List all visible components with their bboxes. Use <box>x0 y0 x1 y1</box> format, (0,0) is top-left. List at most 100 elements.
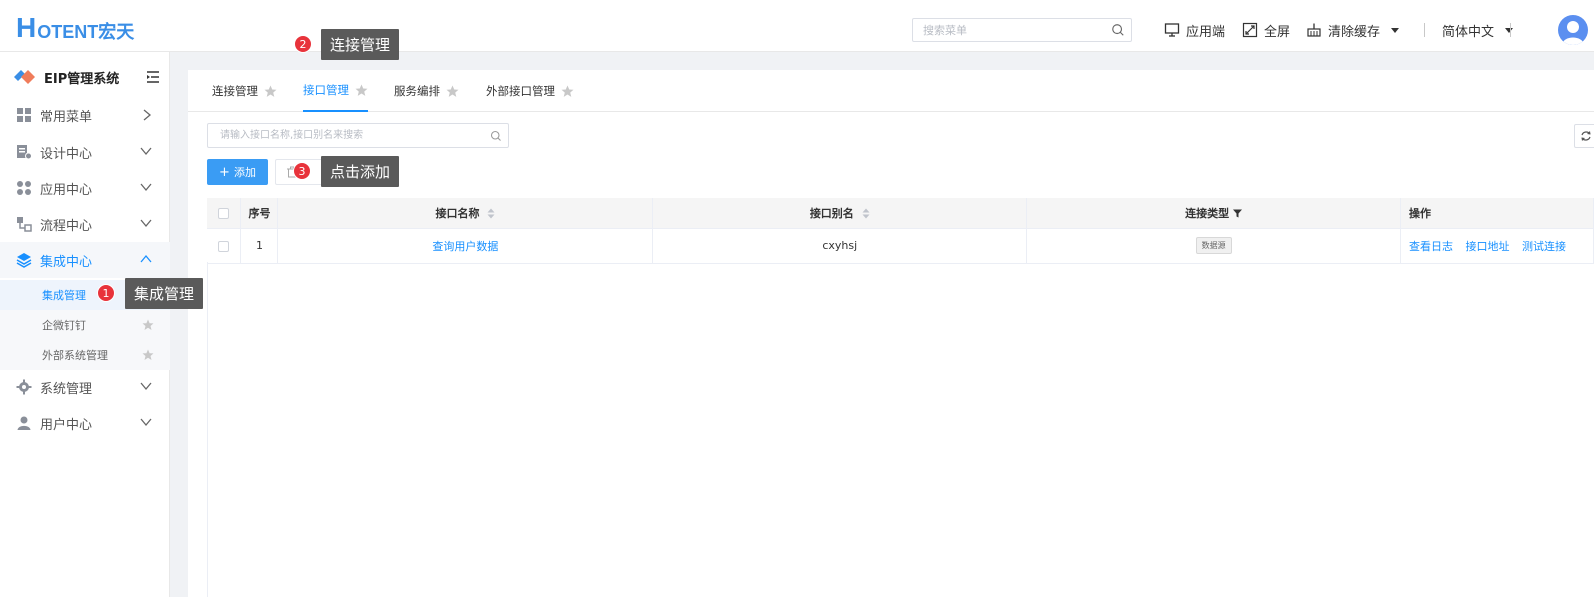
interface-address-link[interactable]: 接口地址 <box>1466 240 1510 253</box>
menu-design-label: 设计中心 <box>40 146 93 162</box>
sort-icon[interactable] <box>487 208 495 219</box>
submenu-external-system[interactable]: 外部系统管理 <box>0 340 170 370</box>
tab-connection-label: 连接管理 <box>212 84 258 98</box>
caret-down-icon <box>1391 28 1400 33</box>
gear-icon <box>16 379 32 395</box>
eip-logo-icon <box>14 70 35 84</box>
clear-cache-dropdown[interactable]: 清除缓存 <box>1306 20 1400 40</box>
collapse-menu-icon[interactable] <box>146 70 160 84</box>
tab-connection[interactable]: 连接管理 <box>212 70 277 112</box>
callout-connection-mgmt: 连接管理 <box>321 29 400 60</box>
tab-external-interface-label: 外部接口管理 <box>486 84 555 98</box>
menu-process-label: 流程中心 <box>40 218 93 234</box>
menu-system[interactable]: 系统管理 <box>0 369 170 405</box>
header-alias[interactable]: 接口别名 <box>652 198 1028 229</box>
chevron-down-icon <box>140 183 152 192</box>
refresh-button[interactable] <box>1574 124 1594 148</box>
interface-table: 序号 接口名称 接口别名 连接类型 操作 1 查询用户数据 cxyhsj 数据源… <box>207 198 1594 264</box>
menu-design[interactable]: 设计中心 <box>0 134 170 170</box>
star-icon[interactable] <box>142 319 154 331</box>
sort-icon[interactable] <box>862 208 870 219</box>
menu-integration[interactable]: 集成中心 <box>0 242 170 278</box>
user-avatar[interactable] <box>1558 15 1588 45</box>
submenu-wecom-label: 企微钉钉 <box>42 319 86 332</box>
fullscreen-label: 全屏 <box>1264 24 1291 40</box>
conn-type-tag: 数据源 <box>1195 237 1232 254</box>
row-select-cell <box>207 228 242 264</box>
star-icon[interactable] <box>142 349 154 361</box>
app-end-button[interactable]: 应用端 <box>1164 20 1225 40</box>
header-ops: 操作 <box>1400 198 1594 229</box>
row-index: 1 <box>240 228 279 264</box>
row-checkbox[interactable] <box>218 240 230 252</box>
add-button-label: 添加 <box>233 166 256 179</box>
menu-search-box <box>912 18 1132 42</box>
main-panel: 连接管理 接口管理 服务编排 外部接口管理 + 添加 <box>188 70 1594 597</box>
interface-name-link[interactable]: 查询用户数据 <box>432 240 498 253</box>
user-icon <box>17 416 31 430</box>
table-header-row: 序号 接口名称 接口别名 连接类型 操作 <box>207 198 1594 229</box>
row-alias: cxyhsj <box>652 228 1028 264</box>
test-connection-link[interactable]: 测试连接 <box>1522 240 1566 253</box>
menu-search-input[interactable] <box>913 19 1103 41</box>
hotent-logo[interactable]: H OTENT宏天 <box>16 12 135 43</box>
brand: EIP管理系统 <box>14 64 164 90</box>
user-avatar-icon <box>1562 21 1584 45</box>
star-icon[interactable] <box>561 85 574 98</box>
apps-icon <box>17 181 31 195</box>
menu-common[interactable]: 常用菜单 <box>0 97 170 133</box>
row-name-cell: 查询用户数据 <box>277 228 654 264</box>
fullscreen-icon <box>1242 22 1258 38</box>
interface-search-box <box>207 123 509 148</box>
menu-user-label: 用户中心 <box>40 417 93 433</box>
select-all-checkbox[interactable] <box>218 207 230 219</box>
design-icon <box>17 145 32 160</box>
tab-external-interface[interactable]: 外部接口管理 <box>486 70 574 112</box>
logo-text: OTENT宏天 <box>37 22 135 42</box>
search-icon[interactable] <box>1111 23 1125 37</box>
menu-apps-label: 应用中心 <box>40 182 93 198</box>
filter-icon[interactable] <box>1233 209 1243 218</box>
header-alias-label: 接口别名 <box>809 206 854 220</box>
add-button[interactable]: + 添加 <box>207 159 268 185</box>
header-conn-type[interactable]: 连接类型 <box>1026 198 1402 229</box>
menu-process[interactable]: 流程中心 <box>0 206 170 242</box>
clear-cache-label: 清除缓存 <box>1328 24 1381 40</box>
grid-icon <box>17 108 31 122</box>
tab-orchestration[interactable]: 服务编排 <box>394 70 459 112</box>
chevron-right-icon <box>143 109 152 121</box>
chevron-up-icon <box>140 254 152 263</box>
table-row: 1 查询用户数据 cxyhsj 数据源 查看日志 接口地址 测试连接 <box>207 228 1594 264</box>
submenu-integration-mgmt-label: 集成管理 <box>42 289 86 302</box>
chevron-down-icon <box>140 418 152 427</box>
tab-interface[interactable]: 接口管理 <box>303 70 368 112</box>
chevron-down-icon <box>140 219 152 228</box>
broom-icon <box>1307 23 1321 37</box>
tab-bar: 连接管理 接口管理 服务编排 外部接口管理 <box>188 70 1594 112</box>
logo-letter: H <box>16 12 37 43</box>
fullscreen-button[interactable]: 全屏 <box>1242 20 1290 40</box>
header-divider <box>1510 23 1511 37</box>
submenu-wecom[interactable]: 企微钉钉 <box>0 310 170 340</box>
view-log-link[interactable]: 查看日志 <box>1409 240 1453 253</box>
star-icon[interactable] <box>446 85 459 98</box>
flow-icon <box>17 217 32 232</box>
step-badge-2: 2 <box>294 35 312 53</box>
sidebar: EIP管理系统 常用菜单 设计中心 应用中心 流程中心 集成中心 集成管理 企微… <box>0 52 170 597</box>
top-header: H OTENT宏天 应用端 全屏 清除缓存 简体中文 <box>0 0 1594 52</box>
header-name[interactable]: 接口名称 <box>277 198 654 229</box>
interface-search-input[interactable] <box>208 124 478 147</box>
language-dropdown[interactable]: 简体中文 <box>1442 20 1514 40</box>
header-select-all <box>207 198 242 229</box>
language-label: 简体中文 <box>1442 24 1495 40</box>
menu-apps[interactable]: 应用中心 <box>0 170 170 206</box>
step-badge-3: 3 <box>293 162 311 180</box>
star-icon[interactable] <box>355 84 368 97</box>
menu-user[interactable]: 用户中心 <box>0 405 170 441</box>
header-name-label: 接口名称 <box>435 206 480 220</box>
header-index: 序号 <box>240 198 279 229</box>
search-icon[interactable] <box>490 130 502 142</box>
star-icon[interactable] <box>264 85 277 98</box>
header-conn-type-label: 连接类型 <box>1185 206 1230 220</box>
chevron-down-icon <box>140 382 152 391</box>
